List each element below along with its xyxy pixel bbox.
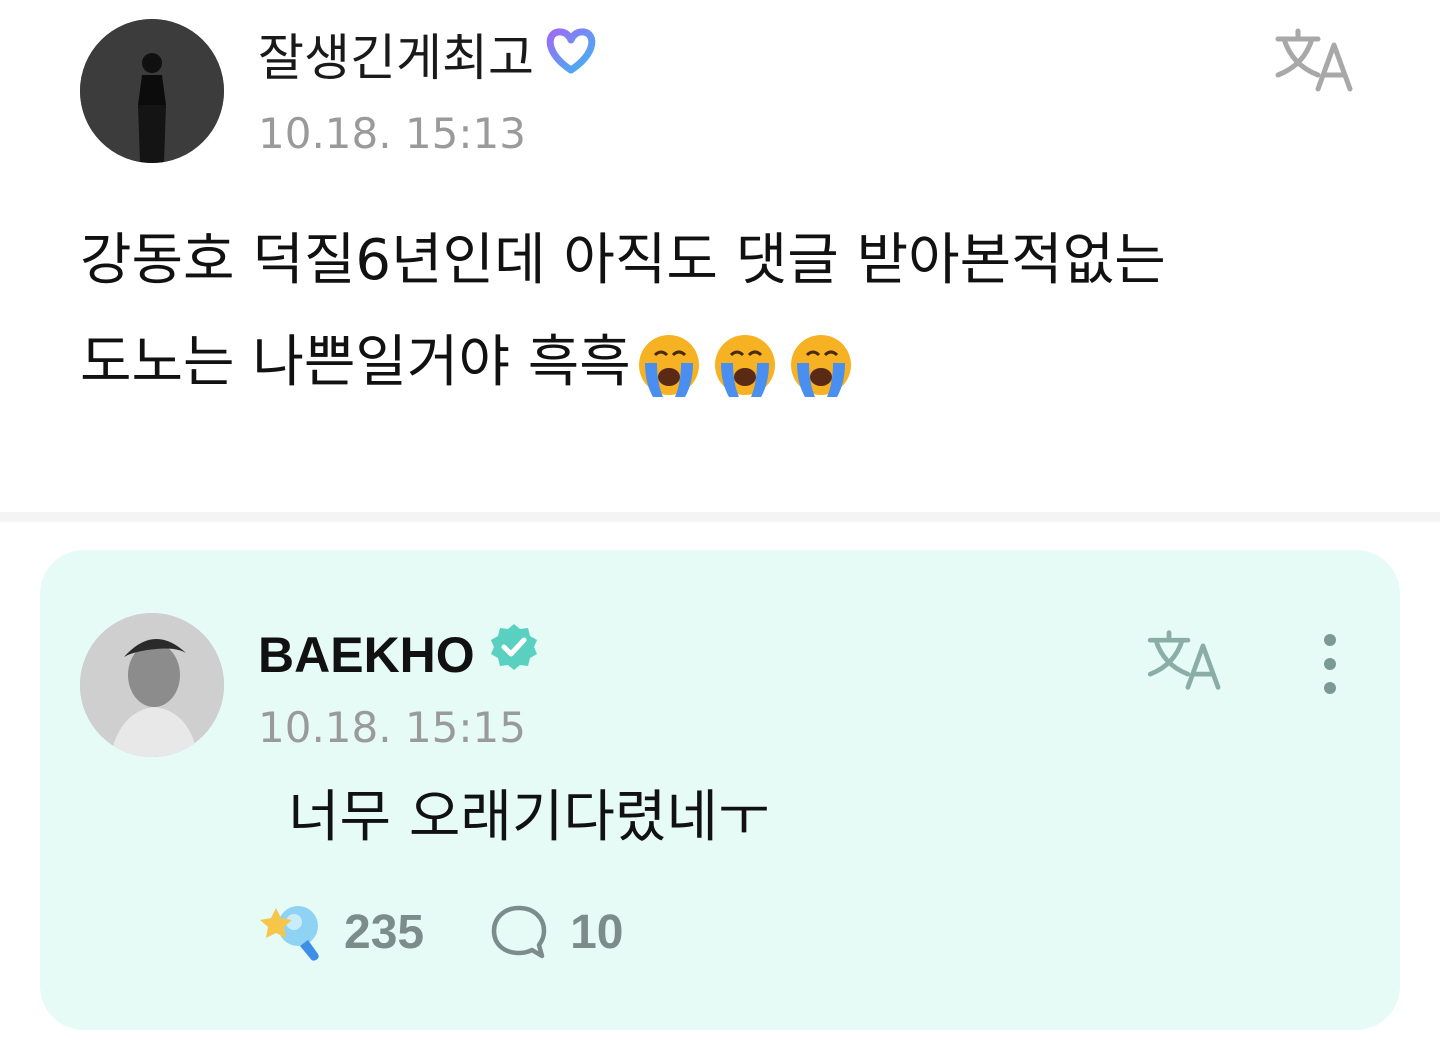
reply-author-name[interactable]: BAEKHO (258, 623, 475, 687)
fan-post: 잘생긴게최고 10.18. 15:13 강동호 덕질6년인데 아직도 댓글 받아… (0, 0, 1440, 512)
heart-membership-badge-icon (540, 24, 602, 91)
translate-icon (1275, 28, 1353, 92)
loudly-crying-face-icon (790, 334, 851, 397)
loudly-crying-face-icon (638, 334, 699, 397)
post-author-name-row[interactable]: 잘생긴게최고 (258, 24, 602, 91)
post-timestamp: 10.18. 15:13 (258, 109, 526, 158)
crying-emoji-group (635, 333, 855, 399)
post-author-avatar[interactable] (80, 19, 224, 163)
comment-button[interactable]: 10 (490, 903, 623, 961)
comment-count: 10 (570, 905, 624, 959)
reply-author-name-row[interactable]: BAEKHO (258, 622, 539, 687)
post-body: 강동호 덕질6년인데 아직도 댓글 받아본적없는 도노는 나쁜일거야 흑흑 (80, 210, 1380, 414)
more-dot-icon (1324, 634, 1336, 646)
artist-reply-card: BAEKHO 10.18. 15:15 너무 오래기다렸네ㅜ 235 10 (40, 550, 1400, 1030)
post-translate-button[interactable] (1268, 20, 1364, 100)
reply-author-avatar[interactable] (80, 613, 224, 757)
like-button[interactable]: 235 (258, 900, 424, 964)
section-divider (0, 512, 1440, 522)
fan-community-screen: 잘생긴게최고 10.18. 15:13 강동호 덕질6년인데 아직도 댓글 받아… (0, 0, 1440, 1053)
like-count: 235 (344, 905, 425, 959)
post-author-name[interactable]: 잘생긴게최고 (258, 26, 534, 90)
reply-translate-button[interactable] (1138, 620, 1234, 700)
verified-badge-icon (489, 622, 539, 687)
more-dot-icon (1324, 658, 1336, 670)
more-dot-icon (1324, 682, 1336, 694)
reply-body: 너무 오래기다렸네ㅜ (288, 785, 770, 850)
comment-bubble-icon (491, 905, 547, 959)
post-body-line: 강동호 덕질6년인데 아직도 댓글 받아본적없는 (80, 228, 1166, 293)
translate-icon (1147, 630, 1221, 690)
lightstick-like-icon (260, 906, 319, 961)
more-options-button[interactable] (1302, 622, 1358, 706)
reply-actions: 235 10 (258, 896, 623, 968)
post-body-line: 도노는 나쁜일거야 흑흑 (80, 312, 1380, 414)
reply-timestamp: 10.18. 15:15 (258, 703, 526, 752)
loudly-crying-face-icon (714, 334, 775, 397)
